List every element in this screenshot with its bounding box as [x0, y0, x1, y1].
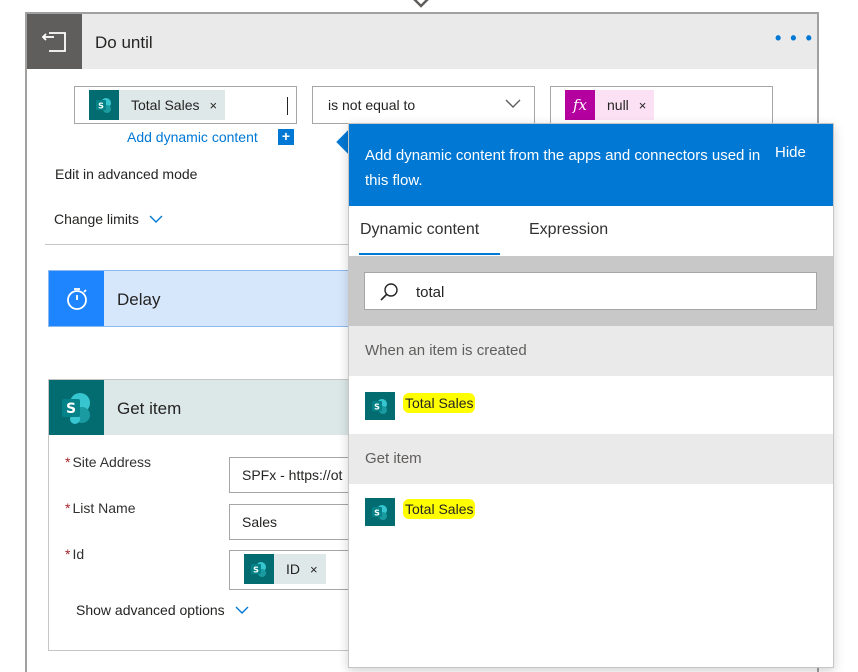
dynamic-content-panel: Add dynamic content from the apps and co… [348, 123, 834, 668]
tab-dynamic-content[interactable]: Dynamic content [360, 221, 479, 239]
condition-left-input[interactable]: S Total Sales × [74, 86, 297, 124]
dynamic-content-item[interactable]: S Total Sales [349, 378, 833, 433]
sharepoint-icon: S [365, 498, 395, 526]
chevron-down-icon [235, 606, 249, 614]
svg-text:S: S [98, 102, 104, 111]
hide-panel-button[interactable]: Hide [775, 144, 806, 161]
sharepoint-icon: S [49, 380, 104, 435]
group-label: Get item [365, 450, 422, 467]
item-label: Total Sales [403, 499, 476, 519]
null-expression-token[interactable]: fx null × [565, 90, 655, 120]
svg-text:S: S [374, 403, 380, 412]
token-label: ID [286, 561, 300, 577]
text-cursor [287, 97, 288, 115]
svg-text:S: S [65, 401, 75, 417]
condition-right-input[interactable]: fx null × [550, 86, 773, 124]
get-item-title: Get item [117, 399, 182, 418]
edit-advanced-mode-link[interactable]: Edit in advanced mode [55, 166, 197, 182]
divider [45, 244, 355, 245]
remove-token-icon[interactable]: × [209, 98, 225, 113]
change-limits-toggle[interactable]: Change limits [54, 211, 163, 227]
do-until-icon [27, 14, 82, 69]
add-dynamic-content-plus-icon[interactable]: + [278, 129, 294, 145]
total-sales-token[interactable]: S Total Sales × [89, 90, 226, 120]
svg-text:S: S [374, 509, 380, 518]
condition-operator-dropdown[interactable]: is not equal to [312, 86, 535, 124]
connector-arrow-icon [413, 0, 429, 8]
remove-token-icon[interactable]: × [310, 562, 326, 577]
group-header-when-item-created: When an item is created [349, 326, 833, 376]
remove-token-icon[interactable]: × [639, 98, 655, 113]
list-name-label: * List Name [65, 500, 136, 516]
panel-header-text: Add dynamic content from the apps and co… [365, 147, 761, 189]
token-label: null [607, 97, 629, 113]
tab-expression[interactable]: Expression [529, 221, 608, 239]
search-icon [380, 283, 398, 301]
sharepoint-icon: S [365, 392, 395, 420]
token-label: Total Sales [131, 97, 200, 113]
show-advanced-label: Show advanced options [76, 602, 225, 618]
svg-text:S: S [253, 566, 259, 575]
panel-header: Add dynamic content from the apps and co… [349, 124, 833, 206]
add-dynamic-content-link[interactable]: Add dynamic content [127, 129, 258, 145]
sharepoint-icon: S [89, 90, 119, 120]
delay-title: Delay [117, 290, 161, 309]
active-tab-indicator [359, 253, 500, 255]
more-options-icon[interactable]: • • • [775, 28, 814, 49]
do-until-title: Do until [95, 33, 153, 52]
dynamic-content-item[interactable]: S Total Sales [349, 484, 833, 539]
chevron-down-icon [505, 99, 521, 108]
delay-action-card[interactable]: Delay [48, 270, 368, 327]
group-label: When an item is created [365, 342, 527, 359]
get-item-header[interactable]: S Get item [49, 380, 367, 435]
expression-fx-icon: fx [565, 90, 595, 120]
get-item-action-card: S Get item * Site Address SPFx - https://… [48, 379, 369, 651]
group-header-get-item: Get item [349, 434, 833, 484]
change-limits-label: Change limits [54, 211, 139, 227]
required-marker: * [65, 454, 71, 470]
item-label: Total Sales [403, 393, 476, 413]
show-advanced-options-toggle[interactable]: Show advanced options [76, 602, 249, 618]
search-input[interactable]: total [364, 272, 817, 310]
sharepoint-icon: S [244, 554, 274, 584]
required-marker: * [65, 546, 71, 562]
operator-value: is not equal to [328, 97, 416, 113]
required-marker: * [65, 500, 71, 516]
do-until-header[interactable]: Do until • • • [27, 14, 817, 69]
id-label: * Id [65, 546, 85, 562]
search-value: total [416, 284, 445, 301]
chevron-down-icon [149, 215, 163, 223]
site-address-label: * Site Address [65, 454, 152, 470]
timer-icon [49, 271, 104, 326]
id-token[interactable]: S ID × [244, 554, 326, 584]
